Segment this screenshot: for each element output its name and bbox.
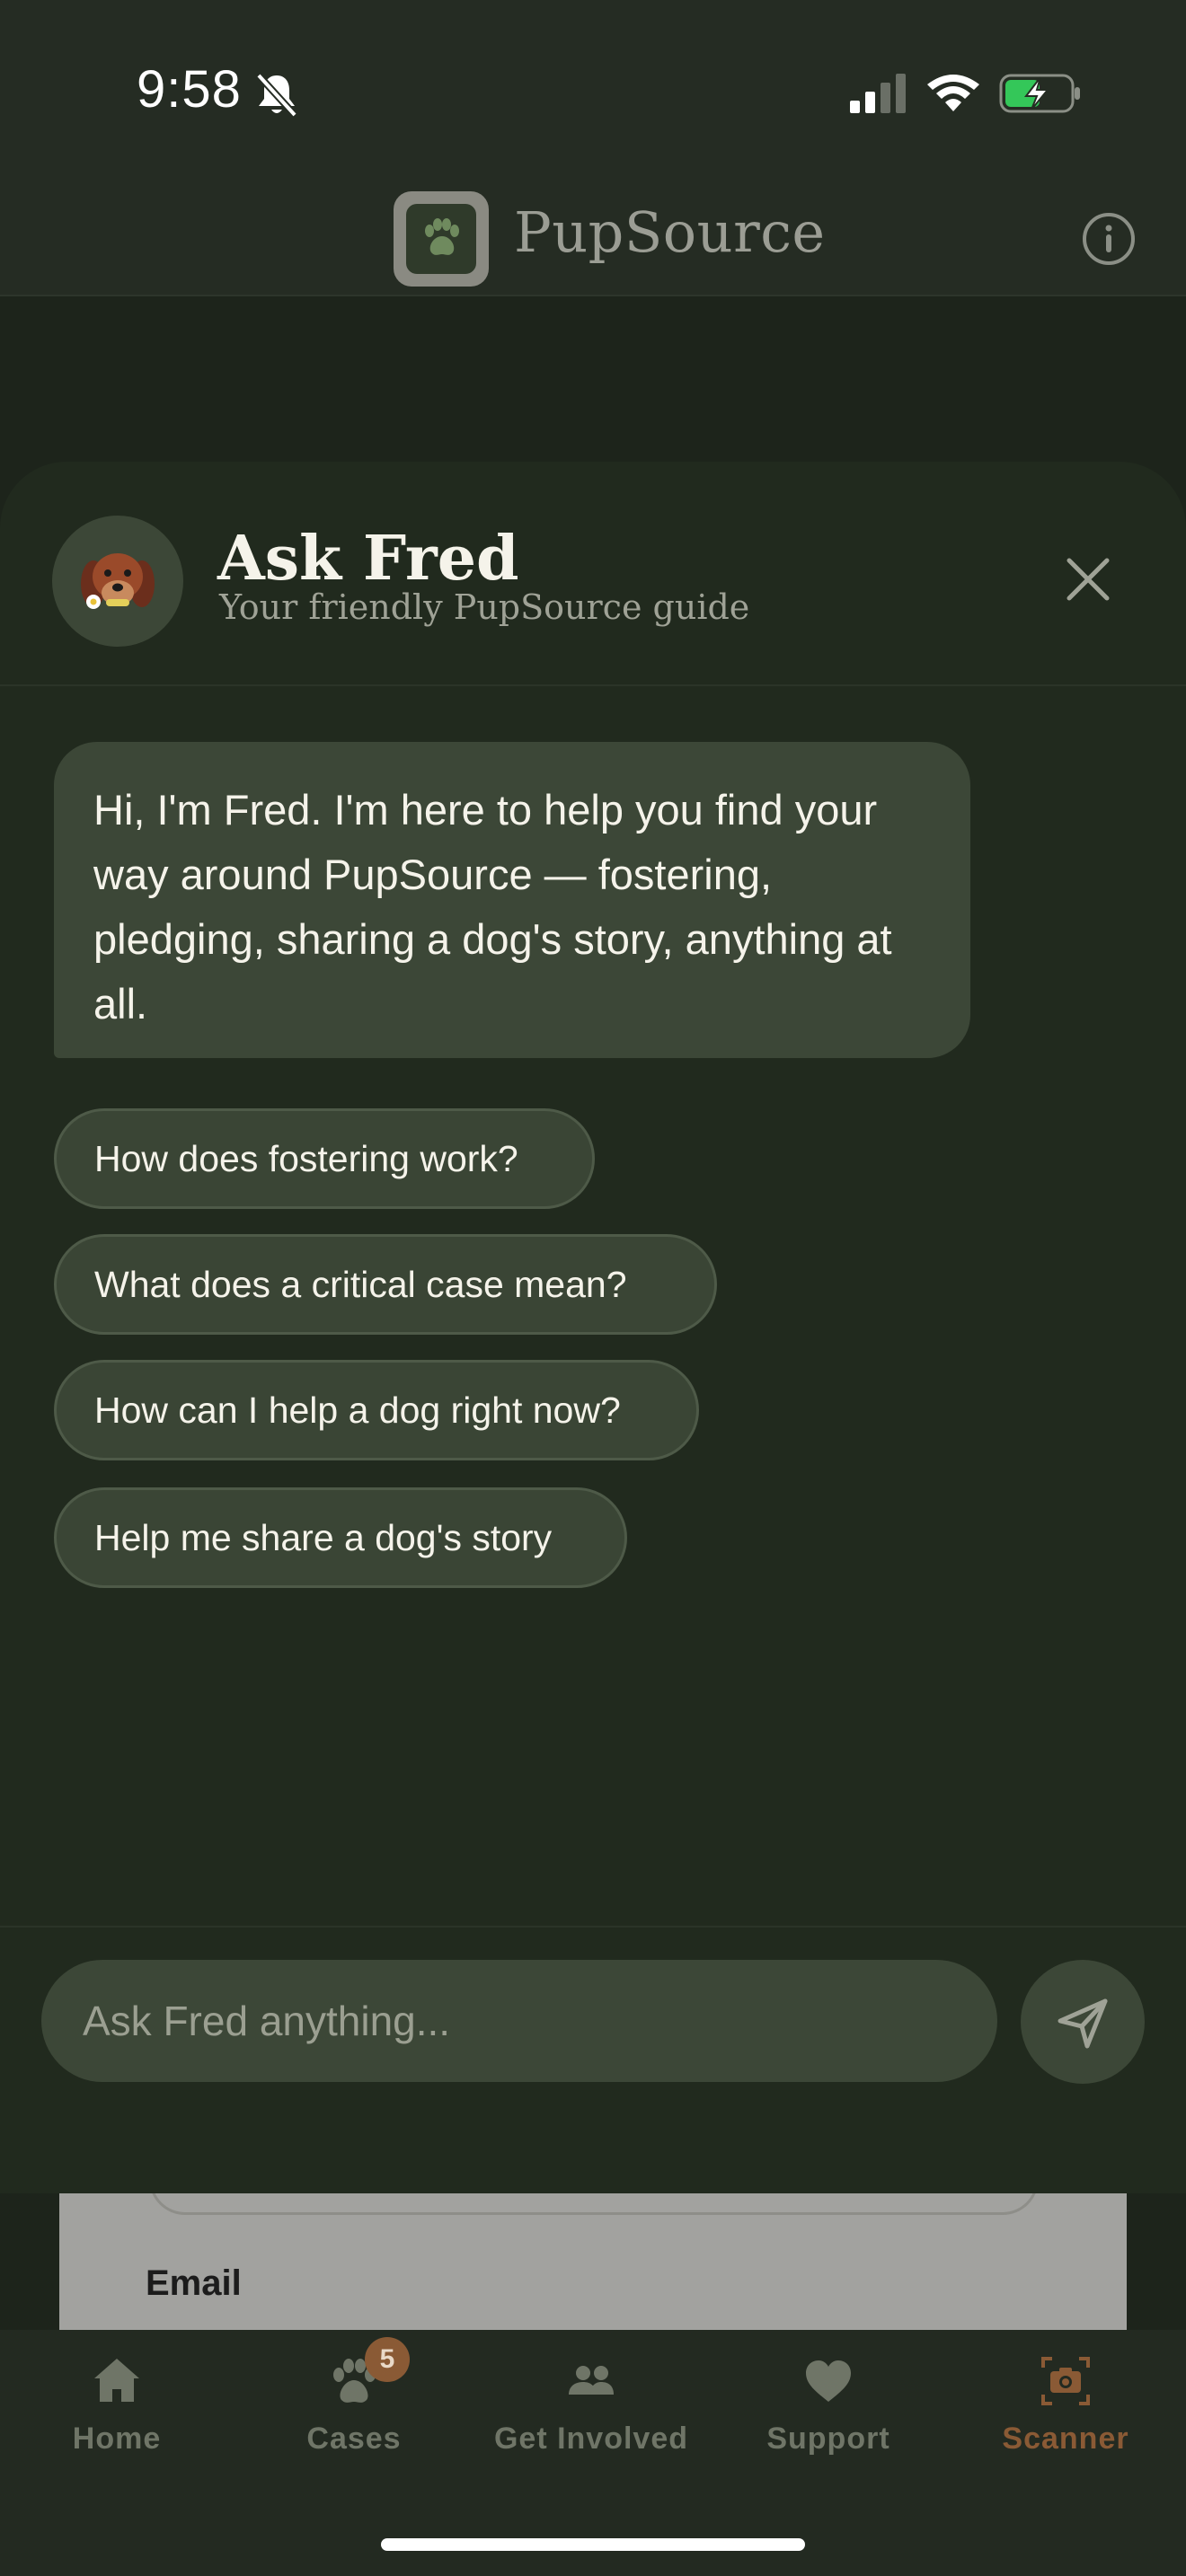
info-icon[interactable] xyxy=(1082,212,1136,266)
paw-logo-icon xyxy=(425,218,459,255)
tab-scanner[interactable]: Scanner xyxy=(958,2350,1173,2475)
tab-cases[interactable]: Cases xyxy=(246,2350,462,2475)
suggestion-chip[interactable]: What does a critical case mean? xyxy=(54,1234,717,1335)
close-icon[interactable] xyxy=(1060,551,1116,607)
cases-badge: 5 xyxy=(365,2337,410,2382)
sheet-title: Ask Fred xyxy=(217,523,519,595)
tab-label: Home xyxy=(72,2422,162,2456)
fred-avatar xyxy=(52,516,183,647)
bell-off-icon xyxy=(256,73,297,118)
suggestion-chip[interactable]: How does fostering work? xyxy=(54,1108,595,1209)
people-icon xyxy=(569,2366,614,2395)
dog-icon xyxy=(81,553,155,609)
fred-message-bubble: Hi, I'm Fred. I'm here to help you find … xyxy=(54,742,970,1058)
sheet-header-divider xyxy=(0,684,1186,686)
camera-scan-icon xyxy=(1041,2357,1090,2405)
tab-support[interactable]: Support xyxy=(721,2350,936,2475)
tab-home[interactable]: Home xyxy=(9,2350,225,2475)
tab-label: Get Involved xyxy=(493,2422,689,2456)
suggestion-chip[interactable]: Help me share a dog's story xyxy=(54,1487,627,1588)
home-indicator xyxy=(381,2538,805,2551)
tab-label: Cases xyxy=(306,2422,402,2456)
fred-message-text: Hi, I'm Fred. I'm here to help you find … xyxy=(93,786,892,1028)
ask-fred-input[interactable] xyxy=(41,1960,997,2082)
tab-label: Scanner xyxy=(1002,2422,1129,2456)
composer-divider xyxy=(0,1926,1186,1928)
app-name: PupSource xyxy=(514,199,826,265)
send-icon xyxy=(1058,1998,1108,2049)
battery-charging-icon xyxy=(999,74,1080,113)
tab-label: Support xyxy=(766,2422,890,2456)
suggestion-chip[interactable]: How can I help a dog right now? xyxy=(54,1360,699,1460)
sheet-subtitle: Your friendly PupSource guide xyxy=(219,587,750,627)
email-label: Email xyxy=(146,2263,242,2303)
home-icon xyxy=(94,2359,139,2402)
tab-get-involved[interactable]: Get Involved xyxy=(483,2350,699,2475)
signal-icon xyxy=(850,74,906,113)
heart-icon xyxy=(806,2360,851,2402)
wifi-icon xyxy=(927,75,979,111)
status-time: 9:58 xyxy=(137,60,242,119)
send-button[interactable] xyxy=(1021,1960,1145,2084)
